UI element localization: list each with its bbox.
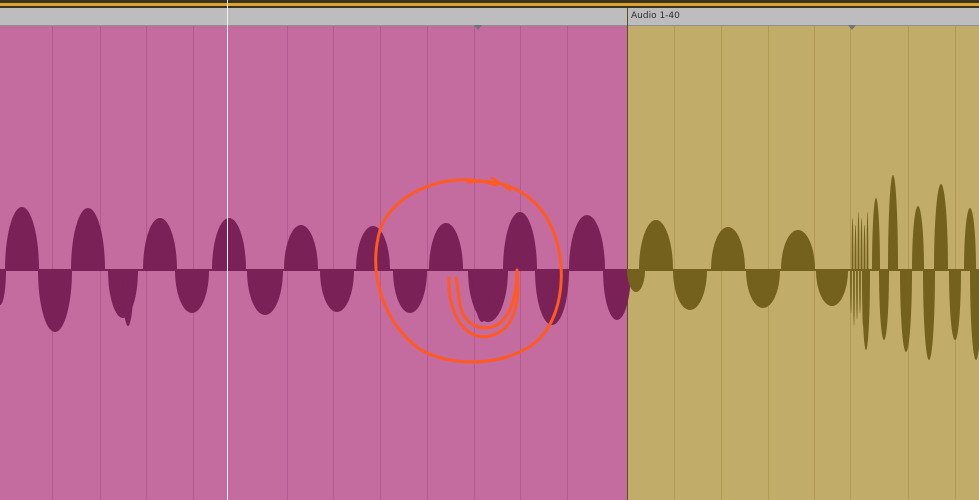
waveform-lobe (912, 206, 924, 270)
waveform-lobe (143, 218, 177, 270)
waveform-lobe (393, 270, 427, 313)
waveform-lobe (175, 270, 209, 313)
waveform-lobe (866, 211, 869, 270)
waveform-lobe (872, 198, 880, 270)
waveform-lobe (859, 270, 861, 314)
waveform-lobe (949, 270, 961, 340)
waveform-lobe (247, 270, 283, 315)
waveform-clip-2 (627, 175, 979, 360)
waveform-clip-1 (0, 207, 631, 332)
waveform-lobe (38, 270, 72, 332)
waveform-lobe (862, 270, 870, 350)
waveform-lobe (746, 270, 780, 308)
waveform-lobe (934, 184, 948, 270)
waveform-lobe (854, 224, 857, 270)
waveform-lobe (673, 270, 707, 310)
waveform-lobe (0, 270, 6, 305)
waveform-lobe (851, 218, 854, 270)
waveform-lobe (711, 227, 745, 270)
waveform-lobe (863, 224, 866, 270)
waveform-lobe (71, 208, 105, 270)
waveform-lobe (603, 270, 631, 320)
waveform-lobe (857, 211, 860, 270)
waveform-lobe (970, 270, 979, 360)
waveform-lobe (429, 223, 463, 270)
waveform-lobe (856, 270, 858, 320)
waveform-lobe (923, 270, 935, 360)
waveform-lobe (879, 270, 889, 340)
waveform-lobe (320, 270, 354, 312)
waveform-lobe (900, 270, 912, 352)
waveform-lobe (964, 208, 976, 270)
waveform-overlay (0, 175, 979, 364)
waveform-lobe (212, 218, 246, 270)
playhead[interactable] (227, 0, 228, 500)
waveform-lobe (639, 220, 673, 270)
waveform-lobe (816, 270, 848, 306)
waveform-lobe (569, 215, 605, 270)
waveform-lobe (356, 226, 390, 270)
waveform-lobe (853, 270, 855, 326)
waveform-lobe (5, 207, 39, 270)
waveform-lobe (888, 175, 898, 270)
waveform-lobe (503, 212, 537, 270)
waveform-lobe (284, 225, 318, 270)
waveform-lobe (860, 218, 863, 270)
waveform-lobe (850, 270, 852, 314)
waveform-lobe (781, 230, 815, 270)
